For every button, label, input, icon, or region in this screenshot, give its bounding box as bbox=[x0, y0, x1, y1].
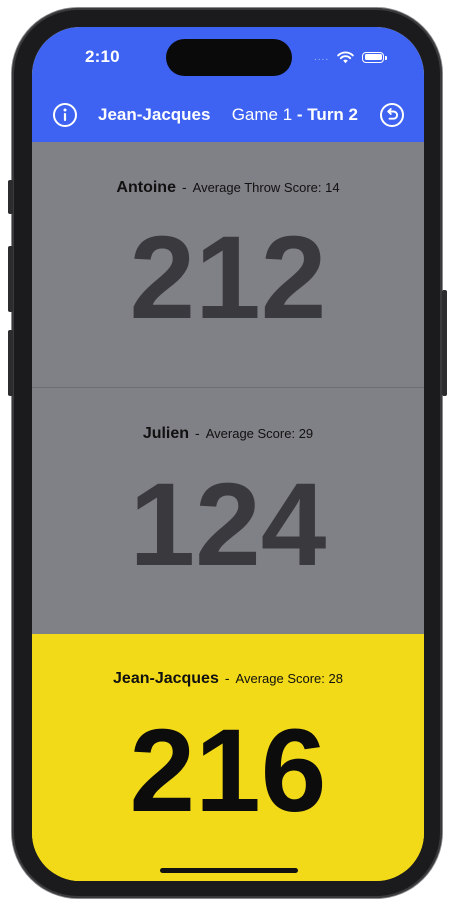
player-panel-julien[interactable]: Julien - Average Score: 29 124 bbox=[32, 388, 424, 634]
player-score: 216 bbox=[129, 705, 327, 837]
average-score: Average Score: 29 bbox=[205, 426, 314, 441]
dynamic-island bbox=[166, 39, 292, 76]
wifi-icon bbox=[337, 51, 354, 63]
player-header: Antoine - Average Throw Score: 14 bbox=[32, 179, 424, 197]
undo-icon bbox=[380, 103, 404, 127]
app-screen: 2:10 .... Jean-Jacques Game 1 - Turn 2 A… bbox=[32, 27, 424, 881]
status-icons: .... bbox=[314, 50, 388, 64]
average-score: Average Score: 28 bbox=[235, 671, 343, 686]
player-name: Antoine bbox=[116, 179, 176, 196]
player-panel-jean-jacques[interactable]: Jean-Jacques - Average Score: 28 216 bbox=[32, 634, 424, 881]
battery-icon bbox=[362, 51, 388, 63]
volume-down-button bbox=[8, 330, 13, 396]
info-circle-icon bbox=[53, 103, 77, 127]
current-player-name: Jean-Jacques bbox=[98, 105, 211, 124]
player-header: Jean-Jacques - Average Score: 28 bbox=[32, 670, 424, 688]
top-bar: 2:10 .... Jean-Jacques Game 1 - Turn 2 bbox=[32, 27, 424, 142]
player-score: 212 bbox=[129, 212, 327, 344]
player-name: Julien bbox=[142, 425, 190, 442]
silent-switch bbox=[8, 180, 13, 214]
game-label: Game 1 bbox=[231, 105, 293, 124]
separator: - bbox=[195, 425, 200, 441]
player-panel-antoine[interactable]: Antoine - Average Throw Score: 14 212 bbox=[32, 142, 424, 388]
player-header: Julien - Average Score: 29 bbox=[32, 425, 424, 443]
player-name: Jean-Jacques bbox=[113, 670, 219, 687]
separator: - bbox=[181, 179, 187, 195]
status-time: 2:10 bbox=[85, 47, 120, 66]
turn-label: - Turn 2 bbox=[296, 105, 358, 124]
game-turn-label: Game 1 - Turn 2 bbox=[232, 105, 358, 125]
average-score: Average Throw Score: 14 bbox=[192, 180, 340, 195]
power-button bbox=[442, 290, 447, 396]
undo-button[interactable] bbox=[379, 102, 405, 128]
cellular-signal-icon: .... bbox=[314, 51, 330, 63]
volume-up-button bbox=[8, 246, 13, 312]
player-score: 124 bbox=[129, 459, 327, 591]
home-indicator[interactable] bbox=[160, 868, 298, 873]
separator: - bbox=[224, 670, 230, 686]
nav-row: Jean-Jacques Game 1 - Turn 2 bbox=[32, 99, 424, 131]
info-button[interactable] bbox=[52, 102, 78, 128]
